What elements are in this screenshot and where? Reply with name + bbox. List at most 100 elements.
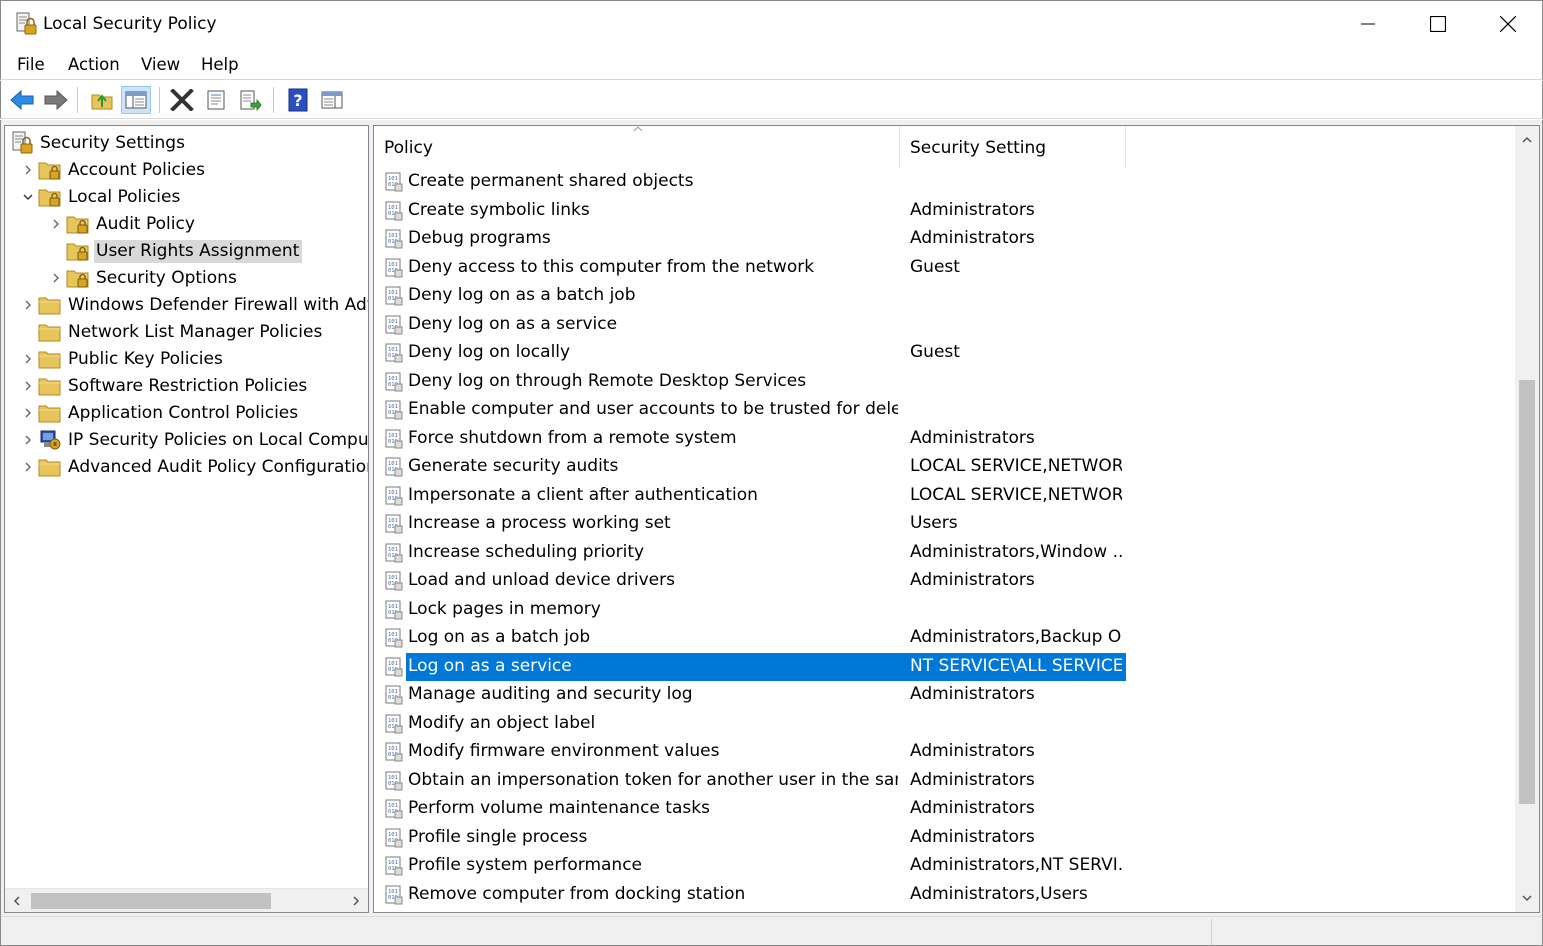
policy-icon: 101 010 — [384, 258, 404, 278]
tree-item-label: Account Policies — [68, 159, 205, 180]
table-row[interactable]: 101 010 Deny access to this computer from … — [374, 254, 1126, 282]
tree-item[interactable]: IP Security Policies on Local Computer — [19, 427, 368, 453]
tree-item-label: Security Settings — [40, 132, 185, 153]
table-row[interactable]: 101 010 Log on as a service NT SERVICE\ALL … — [374, 652, 1126, 681]
scroll-thumb[interactable] — [31, 893, 271, 909]
tree-expander[interactable] — [47, 265, 65, 291]
table-row[interactable]: 101 010 Deny log on locally Guest — [374, 339, 1126, 367]
table-row[interactable]: 101 010 Modify firmware environment values… — [374, 738, 1126, 766]
tree-expander — [19, 319, 37, 345]
table-row[interactable]: 101 010 Manage auditing and security log Ad… — [374, 681, 1126, 709]
policy-name: Obtain an impersonation token for anothe… — [408, 769, 898, 790]
tree-item[interactable]: Local Policies — [19, 184, 183, 210]
tree-item[interactable]: Security Options — [47, 265, 240, 291]
tree-item[interactable]: Account Policies — [19, 157, 208, 183]
chevron-down-icon[interactable] — [23, 193, 33, 201]
list-pane[interactable]: Policy Security Setting 101 010 Create per… — [373, 125, 1540, 913]
tree-expander[interactable] — [19, 373, 37, 399]
tree-pane[interactable]: Security Settings Account Policies Local … — [4, 125, 369, 913]
table-row[interactable]: 101 010 Load and unload device drivers Admi… — [374, 567, 1126, 595]
table-row[interactable]: 101 010 Remove computer from docking stati… — [374, 881, 1126, 909]
minimize-button[interactable] — [1333, 2, 1403, 46]
forward-button[interactable] — [41, 86, 71, 114]
tree-expander[interactable] — [19, 184, 37, 210]
policy-name: Impersonate a client after authenticatio… — [408, 484, 758, 505]
table-row[interactable]: 101 010 Force shutdown from a remote syste… — [374, 425, 1126, 453]
tree-item[interactable]: Advanced Audit Policy Configuration — [19, 454, 368, 480]
chevron-down-icon — [1522, 895, 1532, 902]
security-setting-value: LOCAL SERVICE,NETWOR... — [910, 456, 1122, 476]
list-vertical-scrollbar[interactable] — [1515, 126, 1539, 912]
tree-expander[interactable] — [19, 454, 37, 480]
table-row[interactable]: 101 010 Profile system performance Administ… — [374, 852, 1126, 880]
table-row[interactable]: 101 010 Log on as a batch job Administrator… — [374, 624, 1126, 652]
chevron-right-icon[interactable] — [52, 273, 60, 283]
chevron-right-icon[interactable] — [24, 165, 32, 175]
tree-expander[interactable] — [19, 427, 37, 453]
tree-root-security-settings[interactable]: Security Settings — [9, 130, 188, 156]
chevron-right-icon[interactable] — [24, 354, 32, 364]
tree-item[interactable]: Audit Policy — [47, 211, 198, 237]
tree-item-label: Software Restriction Policies — [68, 375, 308, 396]
show-hide-action-pane-button[interactable] — [317, 86, 347, 114]
scroll-up-button[interactable] — [1515, 128, 1539, 152]
tree-expander[interactable] — [19, 346, 37, 372]
tree-expander[interactable] — [19, 292, 37, 318]
close-button[interactable] — [1473, 2, 1543, 46]
table-row[interactable]: 101 010 Perform volume maintenance tasks Ad… — [374, 795, 1126, 823]
show-hide-tree-button[interactable] — [121, 86, 151, 114]
tree-item[interactable]: Network List Manager Policies — [19, 319, 325, 345]
menu-view[interactable]: View — [141, 55, 180, 74]
table-row[interactable]: 101 010 Deny log on through Remote Desktop… — [374, 368, 1126, 396]
table-row[interactable]: 101 010 Enable computer and user accounts … — [374, 396, 1126, 424]
up-one-level-button[interactable] — [87, 86, 117, 114]
chevron-right-icon[interactable] — [24, 300, 32, 310]
policy-icon: 101 010 — [384, 885, 404, 905]
table-row[interactable]: 101 010 Increase scheduling priority Admini… — [374, 539, 1126, 567]
tree-horizontal-scrollbar[interactable] — [5, 888, 368, 912]
tree-item[interactable]: Software Restriction Policies — [19, 373, 310, 399]
export-list-button[interactable] — [235, 86, 265, 114]
chevron-right-icon[interactable] — [24, 435, 32, 445]
scroll-down-button[interactable] — [1515, 886, 1539, 910]
chevron-right-icon[interactable] — [24, 462, 32, 472]
tree-item[interactable]: User Rights Assignment — [47, 238, 303, 264]
tree-expander[interactable] — [19, 157, 37, 183]
table-row[interactable]: 101 010 Create permanent shared objects — [374, 168, 1126, 196]
tree-item[interactable]: Windows Defender Firewall with Advanced … — [19, 292, 368, 318]
tree-item[interactable]: Application Control Policies — [19, 400, 301, 426]
back-button[interactable] — [7, 86, 37, 114]
menu-action[interactable]: Action — [68, 55, 120, 74]
maximize-button[interactable] — [1403, 2, 1473, 46]
table-row[interactable]: 101 010 Modify an object label — [374, 710, 1126, 738]
scroll-thumb[interactable] — [1519, 380, 1535, 804]
tree-expander[interactable] — [19, 400, 37, 426]
menu-help[interactable]: Help — [201, 55, 239, 74]
sort-ascending-icon — [633, 126, 643, 132]
table-row[interactable]: 101 010 Debug programs Administrators — [374, 225, 1126, 253]
menu-file[interactable]: File — [17, 55, 45, 74]
column-header-security-setting[interactable]: Security Setting — [900, 126, 1126, 168]
table-row[interactable]: 101 010 Create symbolic links Administrator… — [374, 197, 1126, 225]
chevron-right-icon[interactable] — [24, 381, 32, 391]
scroll-left-button[interactable] — [5, 889, 29, 912]
table-row[interactable]: 101 010 Deny log on as a service — [374, 311, 1126, 339]
tree-expander[interactable] — [47, 211, 65, 237]
table-row[interactable]: 101 010 Deny log on as a batch job — [374, 282, 1126, 310]
table-row[interactable]: 101 010 Obtain an impersonation token for … — [374, 767, 1126, 795]
security-setting-value: LOCAL SERVICE,NETWOR... — [910, 484, 1122, 505]
table-row[interactable]: 101 010 Lock pages in memory — [374, 596, 1126, 624]
table-row[interactable]: 101 010 Generate security audits LOCAL SERV… — [374, 453, 1126, 481]
delete-button[interactable] — [167, 86, 197, 114]
scroll-right-button[interactable] — [344, 889, 368, 912]
column-header-policy[interactable]: Policy — [374, 126, 900, 168]
table-row[interactable]: 101 010 Impersonate a client after authent… — [374, 482, 1126, 510]
table-row[interactable]: 101 010 Increase a process working set User… — [374, 510, 1126, 538]
properties-button[interactable] — [201, 86, 231, 114]
help-button[interactable]: ? — [283, 86, 313, 114]
table-row[interactable]: 101 010 Profile single process Administrato… — [374, 824, 1126, 852]
chevron-right-icon[interactable] — [52, 219, 60, 229]
chevron-right-icon[interactable] — [24, 408, 32, 418]
tree-item[interactable]: Public Key Policies — [19, 346, 226, 372]
folder-lock-icon — [65, 265, 91, 291]
